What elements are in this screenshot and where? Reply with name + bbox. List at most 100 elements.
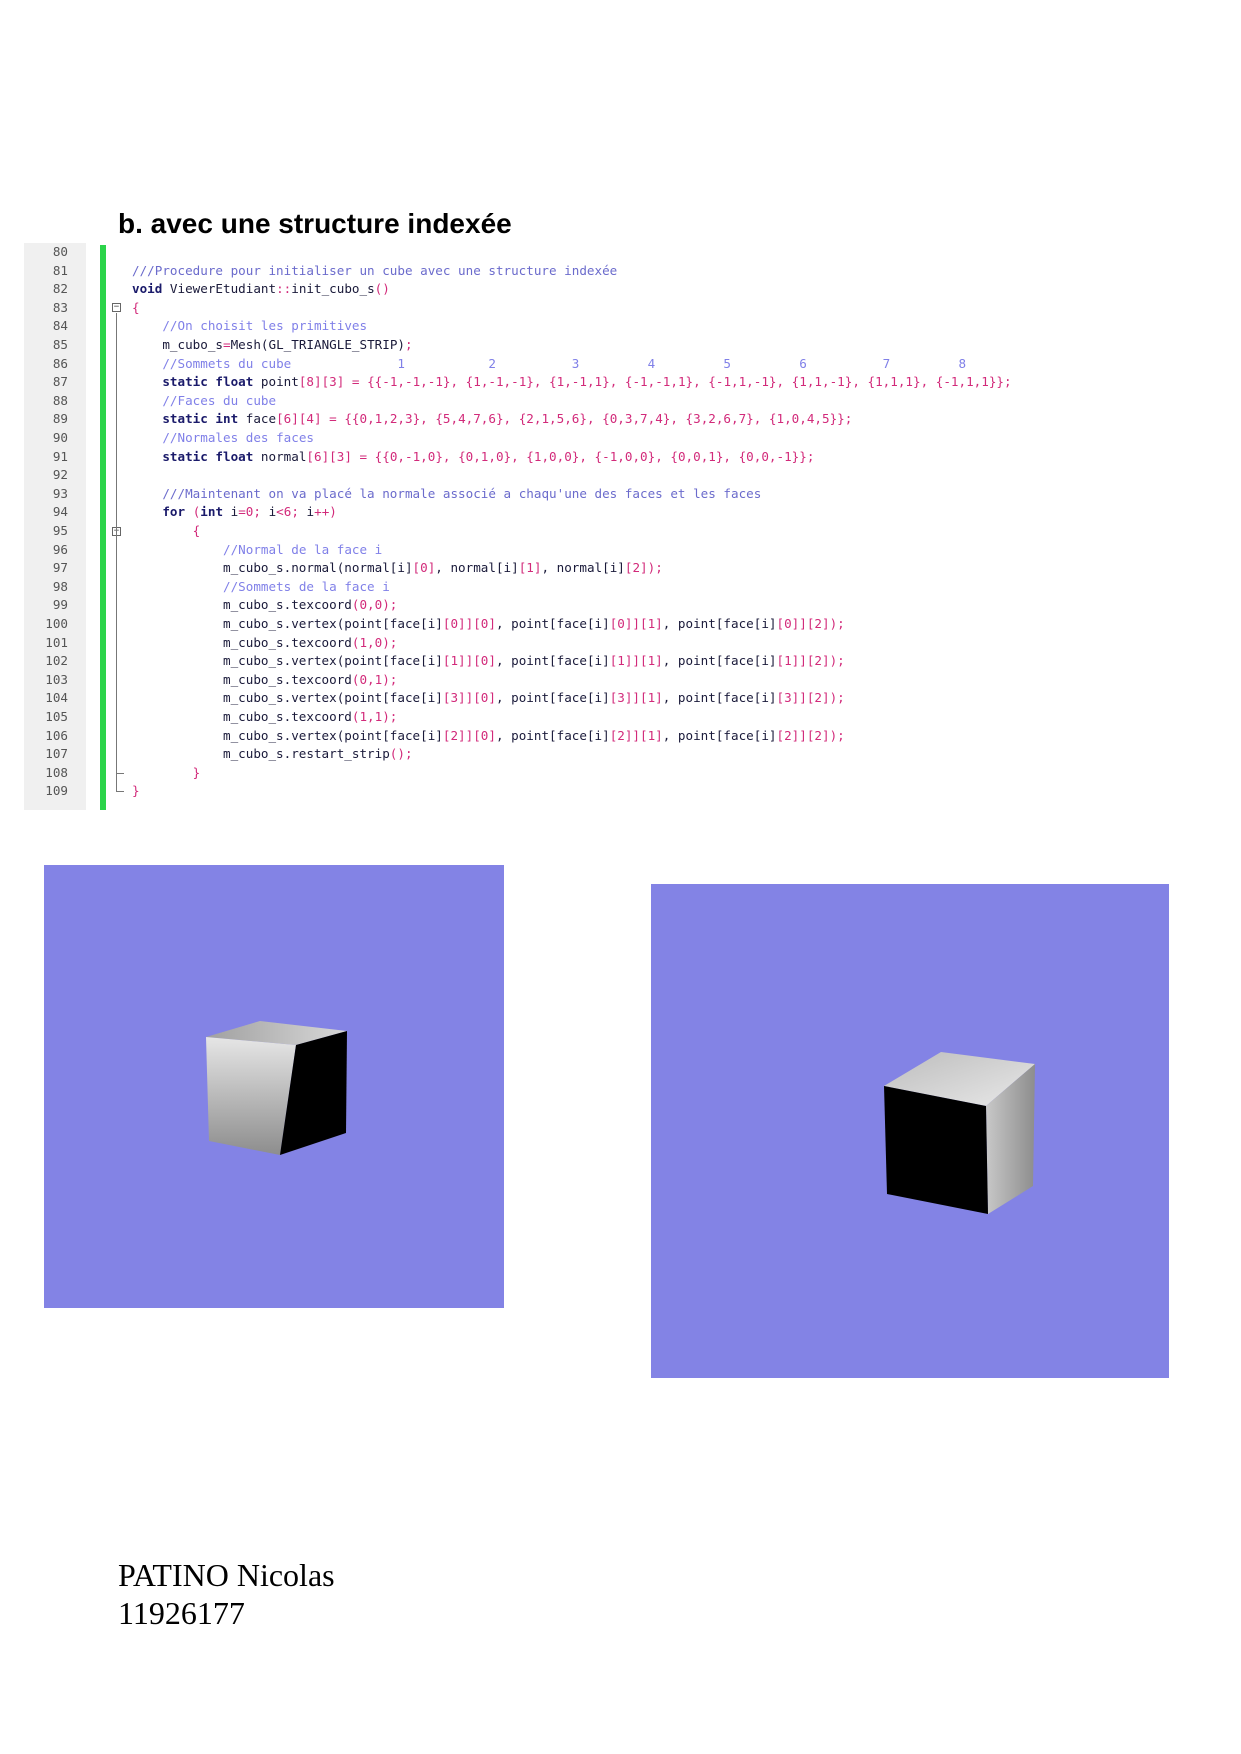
code-token: Mesh(GL_TRIANGLE_STRIP) [230, 337, 405, 352]
student-id: 11926177 [118, 1595, 245, 1631]
code-text: } [132, 764, 201, 783]
code-token: [2] [624, 560, 648, 576]
code-token: , point[face[i] [495, 727, 610, 743]
code-token: [2]][1] [609, 727, 663, 743]
code-line: 98 //Sommets de la face i [24, 578, 1214, 597]
code-text: m_cubo_s.texcoord(0,0); [132, 596, 397, 615]
code-text: void ViewerEtudiant::init_cubo_s() [132, 280, 390, 299]
code-line: 96 //Normal de la face i [24, 541, 1214, 560]
code-token: point [253, 374, 299, 390]
code-token: , point[face[i] [662, 616, 777, 631]
code-token: [6][3] = {{0,-1,0}, {0,1,0}, {1,0,0}, {-… [306, 448, 815, 464]
code-token: , point[face[i] [662, 653, 777, 669]
code-line: 87 static float point[8][3] = {{-1,-1,-1… [24, 373, 1214, 392]
line-number: 100 [45, 616, 68, 631]
render-viewport-right [651, 884, 1169, 1378]
code-line: 83 { [24, 299, 1214, 318]
code-line: 100 m_cubo_s.vertex(point[face[i][0]][0]… [24, 615, 1214, 634]
code-token: m_cubo_s.normal(normal[i] [132, 560, 413, 576]
code-text: //Faces du cube [132, 392, 276, 411]
section-title: b. avec une structure indexée [118, 208, 512, 239]
code-token: (1,1); [351, 709, 398, 724]
line-number: 89 [52, 411, 68, 427]
code-text: m_cubo_s.restart_strip(); [132, 745, 413, 764]
line-number: 108 [45, 764, 68, 780]
code-token: m_cubo_s.texcoord [132, 709, 352, 724]
line-number: 101 [45, 634, 68, 650]
line-number: 91 [52, 448, 68, 464]
code-token: ///Maintenant on va placé la normale ass… [162, 485, 762, 501]
code-line: 91 static float normal[6][3] = {{0,-1,0}… [24, 448, 1214, 467]
code-line: 82 void ViewerEtudiant::init_cubo_s() [24, 280, 1214, 299]
code-text: //Sommets de la face i [132, 578, 390, 597]
code-token: (0,0); [351, 597, 398, 613]
line-number: 84 [52, 318, 68, 334]
code-line: 95 { [24, 522, 1214, 541]
line-number: 103 [45, 671, 68, 687]
line-number: 87 [52, 374, 68, 390]
code-token: //Normales des faces [162, 430, 314, 445]
code-token: ; [291, 504, 299, 520]
code-text: m_cubo_s.texcoord(1,1); [132, 708, 397, 727]
code-line: 104 m_cubo_s.vertex(point[face[i][3]][0]… [24, 689, 1214, 708]
line-number: 97 [52, 560, 68, 576]
code-token: m_cubo_s.vertex(point[face[i] [132, 616, 443, 631]
line-number: 99 [52, 597, 68, 613]
cube-render-left [206, 1021, 347, 1155]
code-token: { [132, 299, 140, 315]
code-token: //Sommets du cube 1 2 3 4 5 6 7 8 [162, 355, 967, 371]
code-token: i [260, 504, 277, 520]
code-text: { [132, 522, 201, 541]
fold-guide [116, 312, 117, 785]
code-text: //Sommets du cube 1 2 3 4 5 6 7 8 [132, 355, 966, 374]
code-line: 103 m_cubo_s.texcoord(0,1); [24, 671, 1214, 690]
code-text: static int face[6][4] = {{0,1,2,3}, {5,4… [132, 410, 852, 429]
line-number: 93 [52, 485, 68, 501]
code-token: static float [162, 448, 254, 464]
code-line: 85 m_cubo_s=Mesh(GL_TRIANGLE_STRIP); [24, 336, 1214, 355]
code-token: for [162, 504, 186, 520]
fold-end-marker [116, 783, 124, 793]
code-token: ; [253, 504, 261, 520]
line-number: 86 [52, 355, 68, 371]
code-text: //On choisit les primitives [132, 317, 367, 336]
code-token: m_cubo_s.texcoord [132, 634, 352, 650]
code-text: static float point[8][3] = {{-1,-1,-1}, … [132, 373, 1011, 392]
line-number: 96 [52, 541, 68, 557]
cube-front-face [884, 1086, 988, 1214]
code-line: 90 //Normales des faces [24, 429, 1214, 448]
code-line: 105 m_cubo_s.texcoord(1,1); [24, 708, 1214, 727]
code-token: { [192, 523, 201, 538]
line-number: 95 [52, 523, 68, 538]
code-token: //Sommets de la face i [223, 578, 390, 594]
line-number: 94 [52, 504, 68, 520]
line-number: 107 [45, 746, 68, 762]
code-token: m_cubo_s.texcoord [132, 671, 352, 687]
code-line: 102 m_cubo_s.vertex(point[face[i][1]][0]… [24, 652, 1214, 671]
code-line: 106 m_cubo_s.vertex(point[face[i][2]][0]… [24, 727, 1214, 746]
code-text: for (int i=0; i<6; i++) [132, 503, 337, 522]
line-number: 81 [52, 262, 68, 278]
code-token: (); [389, 746, 413, 762]
code-text: m_cubo_s.normal(normal[i][0], normal[i][… [132, 559, 663, 578]
code-token: normal [253, 448, 307, 464]
code-token: m_cubo_s.vertex(point[face[i] [132, 727, 443, 743]
code-text: //Normales des faces [132, 429, 314, 448]
fold-toggle-icon[interactable]: − [112, 303, 121, 313]
code-token: , point[face[i] [495, 616, 610, 631]
code-line: 107 m_cubo_s.restart_strip(); [24, 745, 1214, 764]
code-token: (1,0); [351, 634, 398, 650]
code-token: ++) [314, 504, 337, 520]
line-number: 109 [45, 783, 68, 799]
code-token: , point[face[i] [495, 653, 610, 669]
code-line: 108 } [24, 764, 1214, 783]
code-token: , normal[i] [435, 560, 519, 576]
code-token: //On choisit les primitives [162, 318, 368, 334]
line-number: 98 [52, 578, 68, 594]
